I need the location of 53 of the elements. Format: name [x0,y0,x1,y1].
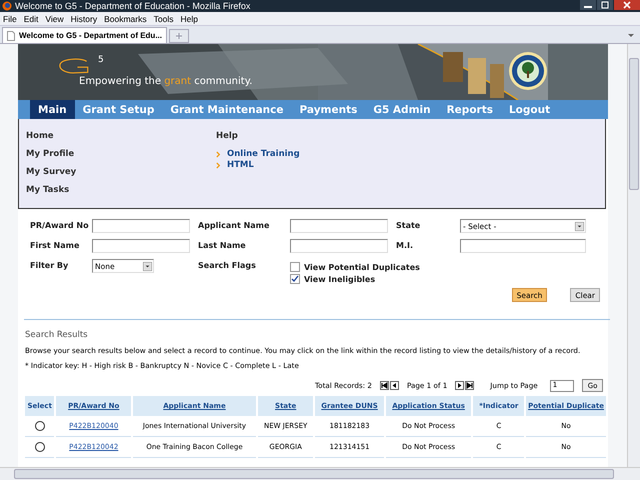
checkbox-label: View Potential Duplicates [304,262,420,272]
field-label: Search Flags [197,260,257,270]
seal-icon [508,51,548,91]
field-label: State [395,220,422,230]
menu-item[interactable]: Tools [154,14,174,24]
checkbox-label: View Ineligibles [304,274,376,284]
firefox-icon [2,1,12,11]
vertical-scrollbar[interactable] [627,44,640,467]
checkbox[interactable] [290,274,300,284]
menu-item[interactable]: Bookmarks [104,14,147,24]
browser-tab[interactable]: Welcome to G5 - Department of Edu... [2,27,167,43]
menu-item[interactable]: Help [180,14,198,24]
field-label: Applicant Name [197,220,270,230]
minimize-icon[interactable] [580,0,596,10]
help-link[interactable]: Online Training [227,149,300,159]
horizontal-scrollbar[interactable] [0,467,640,480]
menu-item[interactable]: History [70,14,98,24]
tagline: Empowering the grant community. [79,76,252,86]
page-icon [7,30,15,40]
input-field[interactable] [92,239,190,253]
maximize-icon[interactable] [597,0,613,10]
input-field[interactable] [92,219,190,233]
first-page-icon[interactable] [380,381,389,390]
menu-item[interactable]: Edit [24,14,38,24]
menu-item[interactable]: View [45,14,64,24]
caret-icon [575,222,584,230]
window-title: Welcome to G5 - Department of Education - Mozilla Firefox [15,1,250,11]
menu-link[interactable]: My Tasks [26,185,216,195]
checkbox[interactable] [290,262,300,272]
help-heading: Help [216,131,239,141]
input-field[interactable] [290,239,388,253]
field-label: Last Name [197,240,247,250]
logo-superscript: 5 [98,54,104,64]
menu-link[interactable]: My Survey [26,167,216,177]
field-label: M.I. [395,240,414,250]
previous-page-icon[interactable] [390,381,399,390]
next-page-icon[interactable] [455,381,464,390]
last-page-icon[interactable] [465,381,474,390]
section-title: Search Results [25,330,89,340]
radio-button[interactable] [34,421,45,431]
menu-item[interactable]: File [3,14,17,24]
field-label: Filter By [30,260,70,270]
menu-link[interactable]: My Profile [26,149,216,159]
caret-icon [143,262,152,270]
field-label: PR/Award No [30,220,90,230]
field-label: First Name [30,240,80,250]
menu-link[interactable]: Home [26,131,216,141]
nav-tab[interactable]: Main [30,100,75,119]
help-link[interactable]: HTML [227,160,254,170]
close-icon[interactable] [614,0,640,10]
input-field[interactable] [290,219,388,233]
input-field[interactable] [460,239,586,253]
radio-button[interactable] [34,442,45,452]
